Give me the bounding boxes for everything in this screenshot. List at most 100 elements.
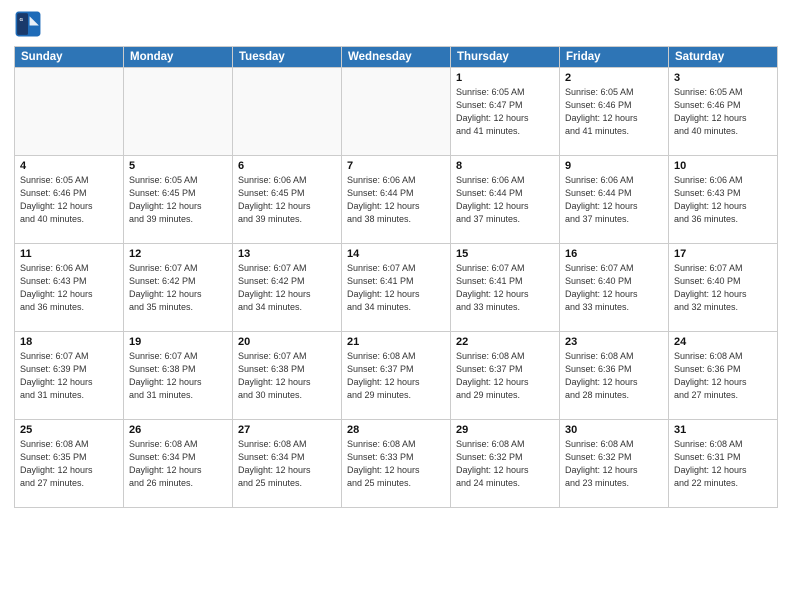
calendar-cell — [233, 68, 342, 156]
calendar-cell: 3 Sunrise: 6:05 AM Sunset: 6:46 PM Daylig… — [669, 68, 778, 156]
calendar-cell: 27 Sunrise: 6:08 AM Sunset: 6:34 PM Dayli… — [233, 420, 342, 508]
calendar-cell: 12 Sunrise: 6:07 AM Sunset: 6:42 PM Dayli… — [124, 244, 233, 332]
weekday-header-row: SundayMondayTuesdayWednesdayThursdayFrid… — [15, 47, 778, 68]
calendar-cell: 18 Sunrise: 6:07 AM Sunset: 6:39 PM Dayli… — [15, 332, 124, 420]
calendar-cell: 13 Sunrise: 6:07 AM Sunset: 6:42 PM Dayli… — [233, 244, 342, 332]
calendar-cell: 28Sunrise: 6:08 AM Sunset: 6:33 PM Dayli… — [342, 420, 451, 508]
day-number: 13 — [238, 248, 336, 260]
day-info: Sunrise: 6:07 AM Sunset: 6:40 PM Dayligh… — [674, 262, 772, 314]
calendar-cell: 11Sunrise: 6:06 AM Sunset: 6:43 PM Dayli… — [15, 244, 124, 332]
weekday-sunday: Sunday — [15, 47, 124, 68]
calendar-cell: 14 Sunrise: 6:07 AM Sunset: 6:41 PM Dayli… — [342, 244, 451, 332]
logo: G — [14, 10, 46, 38]
day-number: 9 — [565, 160, 663, 172]
day-info: Sunrise: 6:08 AM Sunset: 6:34 PM Dayligh… — [238, 438, 336, 490]
calendar-table: SundayMondayTuesdayWednesdayThursdayFrid… — [14, 46, 778, 508]
day-info: Sunrise: 6:05 AM Sunset: 6:46 PM Dayligh… — [20, 174, 118, 226]
calendar-cell: 20 Sunrise: 6:07 AM Sunset: 6:38 PM Dayli… — [233, 332, 342, 420]
day-info: Sunrise: 6:07 AM Sunset: 6:38 PM Dayligh… — [238, 350, 336, 402]
calendar-cell — [124, 68, 233, 156]
calendar-cell: 15Sunrise: 6:07 AM Sunset: 6:41 PM Dayli… — [451, 244, 560, 332]
day-info: Sunrise: 6:08 AM Sunset: 6:37 PM Dayligh… — [456, 350, 554, 402]
day-info: Sunrise: 6:08 AM Sunset: 6:32 PM Dayligh… — [456, 438, 554, 490]
week-row-5: 25 Sunrise: 6:08 AM Sunset: 6:35 PM Dayli… — [15, 420, 778, 508]
day-info: Sunrise: 6:08 AM Sunset: 6:31 PM Dayligh… — [674, 438, 772, 490]
calendar-cell: 23Sunrise: 6:08 AM Sunset: 6:36 PM Dayli… — [560, 332, 669, 420]
day-number: 21 — [347, 336, 445, 348]
day-info: Sunrise: 6:07 AM Sunset: 6:42 PM Dayligh… — [129, 262, 227, 314]
day-info: Sunrise: 6:07 AM Sunset: 6:39 PM Dayligh… — [20, 350, 118, 402]
calendar-cell: 7Sunrise: 6:06 AM Sunset: 6:44 PM Daylig… — [342, 156, 451, 244]
day-number: 16 — [565, 248, 663, 260]
day-info: Sunrise: 6:05 AM Sunset: 6:46 PM Dayligh… — [674, 86, 772, 138]
day-number: 30 — [565, 424, 663, 436]
day-info: Sunrise: 6:06 AM Sunset: 6:45 PM Dayligh… — [238, 174, 336, 226]
day-number: 19 — [129, 336, 227, 348]
day-info: Sunrise: 6:06 AM Sunset: 6:43 PM Dayligh… — [20, 262, 118, 314]
day-info: Sunrise: 6:07 AM Sunset: 6:42 PM Dayligh… — [238, 262, 336, 314]
calendar-cell: 8 Sunrise: 6:06 AM Sunset: 6:44 PM Daylig… — [451, 156, 560, 244]
calendar-cell: 31 Sunrise: 6:08 AM Sunset: 6:31 PM Dayli… — [669, 420, 778, 508]
calendar-cell: 9 Sunrise: 6:06 AM Sunset: 6:44 PM Daylig… — [560, 156, 669, 244]
calendar-cell: 10 Sunrise: 6:06 AM Sunset: 6:43 PM Dayli… — [669, 156, 778, 244]
day-number: 31 — [674, 424, 772, 436]
day-info: Sunrise: 6:08 AM Sunset: 6:32 PM Dayligh… — [565, 438, 663, 490]
day-number: 4 — [20, 160, 118, 172]
day-number: 22 — [456, 336, 554, 348]
day-info: Sunrise: 6:06 AM Sunset: 6:44 PM Dayligh… — [456, 174, 554, 226]
day-number: 24 — [674, 336, 772, 348]
day-number: 26 — [129, 424, 227, 436]
calendar-cell: 2Sunrise: 6:05 AM Sunset: 6:46 PM Daylig… — [560, 68, 669, 156]
weekday-saturday: Saturday — [669, 47, 778, 68]
week-row-4: 18 Sunrise: 6:07 AM Sunset: 6:39 PM Dayli… — [15, 332, 778, 420]
day-number: 20 — [238, 336, 336, 348]
calendar-cell: 16 Sunrise: 6:07 AM Sunset: 6:40 PM Dayli… — [560, 244, 669, 332]
calendar-cell: 5Sunrise: 6:05 AM Sunset: 6:45 PM Daylig… — [124, 156, 233, 244]
calendar-cell: 24 Sunrise: 6:08 AM Sunset: 6:36 PM Dayli… — [669, 332, 778, 420]
calendar-cell — [15, 68, 124, 156]
day-info: Sunrise: 6:08 AM Sunset: 6:36 PM Dayligh… — [674, 350, 772, 402]
day-number: 5 — [129, 160, 227, 172]
day-info: Sunrise: 6:07 AM Sunset: 6:41 PM Dayligh… — [456, 262, 554, 314]
day-number: 8 — [456, 160, 554, 172]
day-number: 18 — [20, 336, 118, 348]
day-info: Sunrise: 6:07 AM Sunset: 6:41 PM Dayligh… — [347, 262, 445, 314]
calendar-cell: 30 Sunrise: 6:08 AM Sunset: 6:32 PM Dayli… — [560, 420, 669, 508]
day-number: 12 — [129, 248, 227, 260]
day-info: Sunrise: 6:06 AM Sunset: 6:44 PM Dayligh… — [565, 174, 663, 226]
calendar-cell: 21 Sunrise: 6:08 AM Sunset: 6:37 PM Dayli… — [342, 332, 451, 420]
calendar-cell: 29 Sunrise: 6:08 AM Sunset: 6:32 PM Dayli… — [451, 420, 560, 508]
day-number: 3 — [674, 72, 772, 84]
calendar-cell: 4 Sunrise: 6:05 AM Sunset: 6:46 PM Daylig… — [15, 156, 124, 244]
day-number: 14 — [347, 248, 445, 260]
weekday-thursday: Thursday — [451, 47, 560, 68]
day-number: 29 — [456, 424, 554, 436]
weekday-wednesday: Wednesday — [342, 47, 451, 68]
day-info: Sunrise: 6:07 AM Sunset: 6:40 PM Dayligh… — [565, 262, 663, 314]
calendar-cell: 19 Sunrise: 6:07 AM Sunset: 6:38 PM Dayli… — [124, 332, 233, 420]
day-number: 25 — [20, 424, 118, 436]
week-row-2: 4 Sunrise: 6:05 AM Sunset: 6:46 PM Daylig… — [15, 156, 778, 244]
calendar-cell: 22 Sunrise: 6:08 AM Sunset: 6:37 PM Dayli… — [451, 332, 560, 420]
day-number: 17 — [674, 248, 772, 260]
week-row-3: 11Sunrise: 6:06 AM Sunset: 6:43 PM Dayli… — [15, 244, 778, 332]
day-info: Sunrise: 6:08 AM Sunset: 6:35 PM Dayligh… — [20, 438, 118, 490]
week-row-1: 1 Sunrise: 6:05 AM Sunset: 6:47 PM Daylig… — [15, 68, 778, 156]
day-info: Sunrise: 6:08 AM Sunset: 6:37 PM Dayligh… — [347, 350, 445, 402]
svg-text:G: G — [19, 17, 23, 22]
day-number: 10 — [674, 160, 772, 172]
day-info: Sunrise: 6:06 AM Sunset: 6:43 PM Dayligh… — [674, 174, 772, 226]
calendar-cell: 6Sunrise: 6:06 AM Sunset: 6:45 PM Daylig… — [233, 156, 342, 244]
calendar-cell: 26 Sunrise: 6:08 AM Sunset: 6:34 PM Dayli… — [124, 420, 233, 508]
day-info: Sunrise: 6:08 AM Sunset: 6:34 PM Dayligh… — [129, 438, 227, 490]
calendar-cell: 1 Sunrise: 6:05 AM Sunset: 6:47 PM Daylig… — [451, 68, 560, 156]
calendar-cell: 17 Sunrise: 6:07 AM Sunset: 6:40 PM Dayli… — [669, 244, 778, 332]
day-number: 1 — [456, 72, 554, 84]
day-number: 27 — [238, 424, 336, 436]
day-info: Sunrise: 6:06 AM Sunset: 6:44 PM Dayligh… — [347, 174, 445, 226]
day-info: Sunrise: 6:05 AM Sunset: 6:46 PM Dayligh… — [565, 86, 663, 138]
day-info: Sunrise: 6:07 AM Sunset: 6:38 PM Dayligh… — [129, 350, 227, 402]
calendar-cell: 25 Sunrise: 6:08 AM Sunset: 6:35 PM Dayli… — [15, 420, 124, 508]
day-info: Sunrise: 6:05 AM Sunset: 6:47 PM Dayligh… — [456, 86, 554, 138]
day-info: Sunrise: 6:08 AM Sunset: 6:33 PM Dayligh… — [347, 438, 445, 490]
